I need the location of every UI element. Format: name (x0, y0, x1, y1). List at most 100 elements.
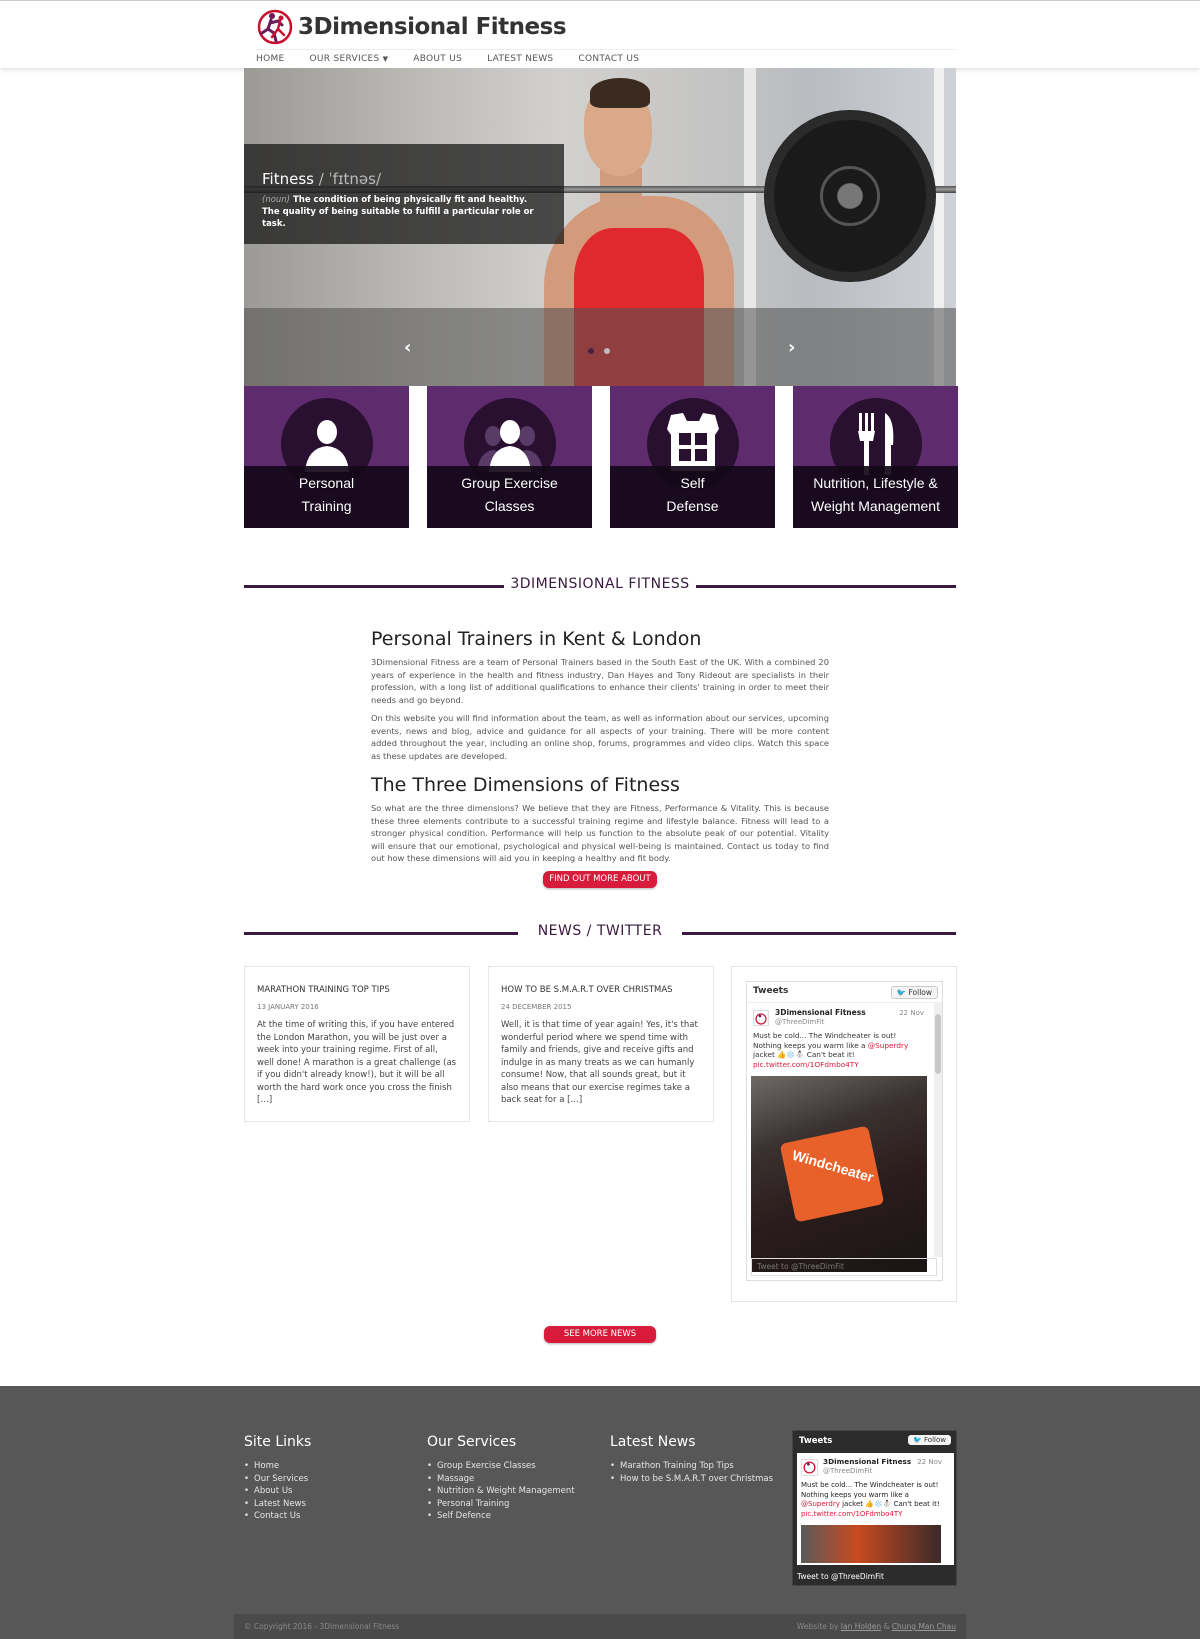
tile-nutrition[interactable]: Nutrition, Lifestyle & Weight Management (793, 386, 958, 528)
nav-latest-news[interactable]: LATEST NEWS (487, 54, 553, 64)
tweet-link[interactable]: pic.twitter.com/1OFdmbo4TY (801, 1510, 902, 1518)
twitter-compose[interactable]: Tweet to @ThreeDimFit (751, 1258, 937, 1276)
about-heading-1: Personal Trainers in Kent & London (371, 628, 702, 650)
twitter-bird-icon: 🐦 (913, 1436, 922, 1444)
slider-prev-icon[interactable]: ‹ (404, 337, 411, 358)
footer-twitter-title: Tweets (799, 1436, 833, 1446)
news-title[interactable]: HOW TO BE S.M.A.R.T OVER CHRISTMAS (501, 985, 701, 995)
tweet-text-part: jacket 👍❄️⛄ Can't beat it! (753, 1050, 855, 1059)
hero-caption-definition: (noun) The condition of being physically… (262, 194, 546, 230)
nav-home-label: HOME (256, 54, 285, 64)
tweet-mention[interactable]: @Superdry (801, 1500, 840, 1508)
footer-twitter-timeline: 3Dimensional Fitness @ThreeDimFit 22 Nov… (797, 1453, 954, 1565)
twitter-bird-icon: 🐦 (896, 988, 907, 997)
twitter-scroll-thumb[interactable] (935, 1014, 941, 1074)
hero-floor-overlay (244, 308, 956, 386)
twitter-author-name[interactable]: 3Dimensional Fitness (775, 1008, 866, 1017)
footer-twitter-follow-label: Follow (924, 1436, 946, 1444)
logo-runner-icon (257, 9, 293, 45)
footer-link-self-defence[interactable]: Self Defence (427, 1510, 575, 1523)
group-icon (477, 420, 543, 472)
nav-our-services[interactable]: OUR SERVICES ▼ (310, 54, 389, 64)
hero-weight-plate-inner (820, 166, 880, 226)
credit-ampersand: & (883, 1622, 890, 1631)
nav-our-services-label: OUR SERVICES (309, 54, 380, 64)
footer-link-nutrition[interactable]: Nutrition & Weight Management (427, 1485, 575, 1498)
tweet-text-part: Must be cold... The Windcheater is out! … (801, 1481, 939, 1499)
tweet-mention[interactable]: @Superdry (868, 1041, 909, 1050)
footer-twitter-photo[interactable] (801, 1525, 941, 1563)
news-card-2[interactable]: HOW TO BE S.M.A.R.T OVER CHRISTMAS 24 DE… (488, 966, 714, 1122)
twitter-avatar[interactable] (753, 1010, 769, 1026)
news-date: 24 DECEMBER 2015 (501, 1003, 572, 1011)
about-paragraph-3: So what are the three dimensions? We bel… (371, 803, 829, 863)
footer-twitter-date[interactable]: 22 Nov (917, 1458, 942, 1466)
slider-next-icon[interactable]: › (788, 337, 795, 358)
nav-contact-us[interactable]: CONTACT US (578, 54, 639, 64)
logo-runner-icon (755, 1013, 767, 1025)
tile-label: Self Defense (610, 472, 775, 518)
twitter-timeline: Tweets 🐦 Follow 3Dimensional Fitness @Th… (746, 981, 943, 1281)
footer-our-services: Our Services Group Exercise Classes Mass… (427, 1434, 575, 1523)
section-title-about: 3DIMENSIONAL FITNESS (244, 576, 956, 596)
person-icon (305, 420, 349, 472)
footer-twitter-follow-button[interactable]: 🐦 Follow (908, 1435, 951, 1445)
twitter-author-handle[interactable]: @ThreeDimFit (775, 1018, 824, 1026)
hero-caption-title: Fitness / ˈfɪtnəs/ (262, 170, 546, 188)
tile-label-line2: Training (301, 498, 352, 514)
footer-heading: Latest News (610, 1434, 696, 1450)
tile-personal-training[interactable]: Personal Training (244, 386, 409, 528)
footer-link-group-exercise[interactable]: Group Exercise Classes (427, 1460, 575, 1473)
hero-caption-word: Fitness (262, 170, 314, 188)
hero-caption: Fitness / ˈfɪtnəs/ (noun) The condition … (244, 144, 564, 244)
section-title-news: NEWS / TWITTER (244, 923, 956, 943)
footer-link-contact-us[interactable]: Contact Us (244, 1510, 311, 1523)
footer-link-massage[interactable]: Massage (427, 1473, 575, 1486)
news-excerpt: At the time of writing this, if you have… (257, 1020, 457, 1105)
tile-label-line1: Self (680, 475, 705, 491)
tile-label: Personal Training (244, 472, 409, 518)
footer-twitter-widget: Tweets 🐦 Follow 3Dimensional Fitness @Th… (792, 1430, 957, 1586)
about-heading-2: The Three Dimensions of Fitness (371, 774, 680, 796)
logo-text: 3Dimensional Fitness (298, 14, 567, 40)
find-out-more-button[interactable]: FIND OUT MORE ABOUT US (543, 871, 657, 901)
see-more-news-button[interactable]: SEE MORE NEWS ARTICLES (544, 1326, 656, 1356)
hero-caption-phonetic: / ˈfɪtnəs/ (318, 170, 382, 188)
footer-twitter-compose[interactable]: Tweet to @ThreeDimFit (797, 1572, 954, 1581)
slider-dot-2[interactable] (604, 348, 610, 354)
slider-dot-1[interactable] (588, 348, 594, 354)
twitter-follow-button[interactable]: 🐦 Follow (890, 986, 938, 999)
footer-twitter-avatar[interactable] (801, 1459, 818, 1476)
site-header: 3Dimensional Fitness HOME OUR SERVICES ▼ … (0, 0, 1200, 68)
footer-link-about-us[interactable]: About Us (244, 1485, 311, 1498)
tile-label: Group Exercise Classes (427, 472, 592, 518)
twitter-date[interactable]: 22 Nov (899, 1009, 924, 1017)
footer-news-link[interactable]: Marathon Training Top Tips (610, 1460, 773, 1473)
footer-news-link[interactable]: How to be S.M.A.R.T over Christmas (610, 1473, 773, 1486)
tile-self-defense[interactable]: Self Defense (610, 386, 775, 528)
tile-group-exercise[interactable]: Group Exercise Classes (427, 386, 592, 528)
news-card-1[interactable]: MARATHON TRAINING TOP TIPS 13 JANUARY 20… (244, 966, 470, 1122)
copyright-bar: © Copyright 2016 - 3Dimensional Fitness … (234, 1614, 966, 1639)
footer-link-personal-training[interactable]: Personal Training (427, 1498, 575, 1511)
site-logo[interactable]: 3Dimensional Fitness (254, 7, 567, 47)
news-title[interactable]: MARATHON TRAINING TOP TIPS (257, 985, 457, 995)
nav-contact-us-label: CONTACT US (578, 54, 640, 64)
nav-about-us[interactable]: ABOUT US (413, 54, 462, 64)
footer-twitter-author-name[interactable]: 3Dimensional Fitness (823, 1457, 911, 1466)
tweet-link[interactable]: pic.twitter.com/1OFdmbo4TY (753, 1060, 859, 1069)
twitter-widget-box: Tweets 🐦 Follow 3Dimensional Fitness @Th… (731, 966, 957, 1302)
footer-heading: Site Links (244, 1434, 312, 1450)
credit-link-ian-holden[interactable]: Ian Holden (841, 1622, 881, 1631)
nav-home[interactable]: HOME (256, 54, 285, 64)
footer-link-home[interactable]: Home (244, 1460, 311, 1473)
footer-twitter-author-handle[interactable]: @ThreeDimFit (823, 1467, 872, 1475)
footer-latest-news: Latest News Marathon Training Top Tips H… (610, 1434, 773, 1485)
credit-link-chung-man-chau[interactable]: Chung Man Chau (892, 1622, 956, 1631)
footer-link-latest-news[interactable]: Latest News (244, 1498, 311, 1511)
footer-link-our-services[interactable]: Our Services (244, 1473, 311, 1486)
website-credit: Website by Ian Holden & Chung Man Chau (797, 1622, 956, 1631)
section-title-text: 3DIMENSIONAL FITNESS (244, 576, 956, 592)
twitter-photo[interactable]: Windcheater (751, 1076, 927, 1272)
twitter-separator (747, 1002, 942, 1003)
